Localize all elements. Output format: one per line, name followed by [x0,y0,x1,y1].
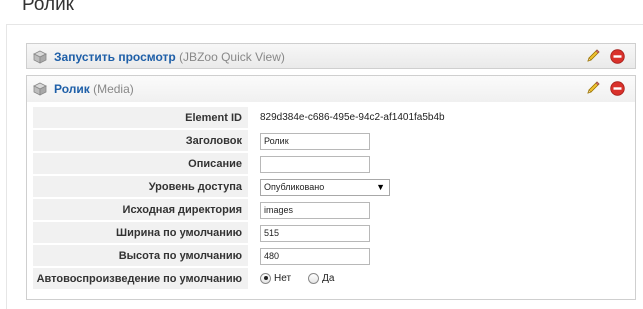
dropdown-arrow-icon: ▼ [376,182,385,192]
minus-circle-icon[interactable] [610,49,625,64]
field-row-description: Описание [33,153,631,176]
field-label: Исходная директория [33,199,248,221]
panel-name-link[interactable]: Запустить просмотр [54,50,176,64]
pencil-icon[interactable] [585,48,601,64]
panel-type: (JBZoo Quick View) [179,50,285,64]
field-label: Element ID [33,107,248,129]
autoplay-yes-radio[interactable] [308,272,320,284]
panel-title: Запустить просмотр (JBZoo Quick View) [54,50,285,64]
panel-quick-view[interactable]: Запустить просмотр (JBZoo Quick View) [26,43,636,69]
field-row-width: Ширина по умолчанию 515 [33,222,631,245]
field-row-title: Заголовок Ролик [33,130,631,153]
field-row-element-id: Element ID 829d384e-c686-495e-94c2-af140… [33,107,631,130]
panel-type: (Media) [93,82,134,96]
autoplay-radio-group: Нет Да [260,272,348,284]
field-label: Ширина по умолчанию [33,222,248,244]
radio-label: Да [322,272,335,284]
panel-media-header[interactable]: Ролик (Media) [27,76,635,102]
field-label: Заголовок [33,130,248,152]
element-fields: Element ID 829d384e-c686-495e-94c2-af140… [33,107,631,291]
access-select[interactable]: Опубликовано ▼ [260,179,390,196]
autoplay-no-radio[interactable] [260,272,271,284]
title-input[interactable]: Ролик [260,133,370,150]
access-select-value: Опубликовано [264,182,325,192]
field-row-directory: Исходная директория images [33,199,631,222]
cube-icon [33,50,47,64]
height-input[interactable]: 480 [260,248,370,265]
directory-input[interactable]: images [260,202,370,219]
panel-name-link[interactable]: Ролик [54,82,90,96]
description-input[interactable] [260,156,370,173]
cube-icon [33,82,47,96]
minus-circle-icon[interactable] [610,81,625,96]
field-row-height: Высота по умолчанию 480 [33,245,631,268]
radio-label: Нет [274,272,292,284]
field-label: Описание [33,153,248,175]
width-input[interactable]: 515 [260,225,370,242]
field-label: Автовоспроизведение по умолчанию [33,268,248,290]
element-id-value: 829d384e-c686-495e-94c2-af1401fa5b4b [260,112,445,123]
field-label: Высота по умолчанию [33,245,248,267]
field-row-access: Уровень доступа Опубликовано ▼ [33,176,631,199]
field-label: Уровень доступа [33,176,248,198]
page-title: Ролик [22,0,74,15]
field-row-autoplay: Автовоспроизведение по умолчанию Нет Да [33,268,631,291]
panel-title: Ролик (Media) [54,82,134,96]
panel-media: Ролик (Media) Element ID 829d384e-c686-4… [26,75,636,300]
pencil-icon[interactable] [585,80,601,96]
